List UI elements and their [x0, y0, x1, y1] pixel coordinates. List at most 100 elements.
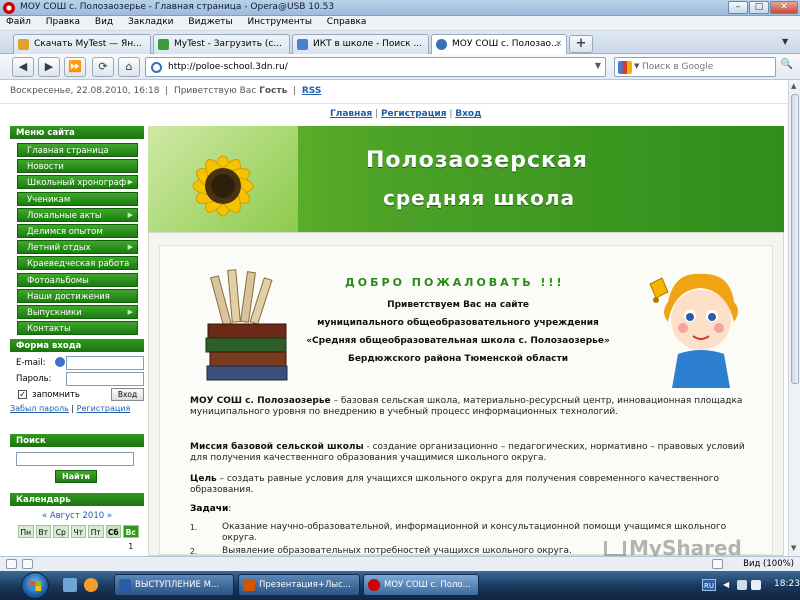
taskbar-item-label: ВЫСТУПЛЕНИЕ М... — [135, 580, 220, 590]
back-button[interactable]: ◀ — [12, 57, 34, 77]
language-indicator[interactable]: RU — [702, 579, 716, 591]
reload-button[interactable]: ⟳ — [92, 57, 114, 77]
site-search-input[interactable] — [16, 452, 134, 467]
volume-icon[interactable] — [751, 580, 761, 590]
menu-item-graduates[interactable]: Выпускники ▶ — [17, 304, 138, 319]
forward-button[interactable]: ▶ — [38, 57, 60, 77]
menu-block-title: Меню сайта — [10, 126, 144, 139]
tab-ikt-search[interactable]: ИКТ в школе - Поиск ... — [292, 34, 429, 54]
zoom-level[interactable]: Вид (100%) — [743, 559, 794, 569]
menu-item-experience[interactable]: Делимся опытом — [17, 223, 138, 238]
top-navigation: Главная | Регистрация | Вход — [330, 109, 482, 119]
menu-bookmarks[interactable]: Закладки — [122, 16, 180, 27]
tab-school-active[interactable]: МОУ СОШ с. Полозао... ✕ — [431, 34, 567, 55]
menu-item-local-history[interactable]: Краеведческая работа — [17, 256, 138, 271]
search-go-icon[interactable]: 🔍 — [779, 59, 795, 75]
unite-icon[interactable] — [22, 559, 33, 569]
menu-item-local-acts[interactable]: Локальные акты ▶ — [17, 207, 138, 222]
nav-login-link[interactable]: Вход — [455, 109, 481, 119]
menu-view[interactable]: Вид — [89, 16, 119, 27]
menu-item-home[interactable]: Главная страница — [17, 143, 138, 157]
menu-tools[interactable]: Инструменты — [242, 16, 318, 27]
start-button[interactable] — [21, 572, 49, 599]
home-button[interactable]: ⌂ — [118, 57, 140, 77]
menu-item-contacts[interactable]: Контакты — [17, 321, 138, 336]
tab-mytest-load[interactable]: MyTest - Загрузить (с... — [153, 34, 290, 54]
calendar-day[interactable]: 1 — [123, 540, 139, 554]
window-controls: – □ ✕ — [728, 1, 798, 14]
minimize-button[interactable]: – — [728, 1, 748, 14]
scroll-up-icon[interactable]: ▲ — [791, 82, 796, 90]
menu-item-news[interactable]: Новости — [17, 159, 138, 174]
taskbar-item-word[interactable]: ВЫСТУПЛЕНИЕ М... — [114, 574, 234, 596]
calendar-grid: Пн Вт Ср Чт Пт Сб Вс 1 2 3 4 5 6 7 — [18, 525, 140, 556]
maximize-button[interactable]: □ — [749, 1, 769, 14]
arrow-right-icon: ▶ — [127, 178, 133, 187]
menu-file[interactable]: Файл — [0, 16, 37, 27]
taskbar-item-label: Презентация+Лыс... — [259, 580, 351, 590]
password-field[interactable] — [66, 372, 144, 387]
menu-item-photos[interactable]: Фотоальбомы — [17, 272, 138, 287]
calendar-day — [35, 540, 51, 554]
address-bar[interactable]: http://poloe-school.3dn.ru/ ▼ — [145, 57, 606, 77]
search-input[interactable] — [642, 60, 772, 74]
menu-edit[interactable]: Правка — [40, 16, 86, 27]
menu-item-summer[interactable]: Летний отдых ▶ — [17, 240, 138, 255]
scroll-down-icon[interactable]: ▼ — [791, 544, 796, 552]
menu-item-students[interactable]: Ученикам — [17, 191, 138, 206]
speed-dial-icon[interactable] — [712, 559, 723, 569]
menu-widgets[interactable]: Виджеты — [182, 16, 238, 27]
chevron-down-icon[interactable]: ▼ — [595, 61, 601, 70]
vertical-scrollbar[interactable]: ▲ ▼ — [788, 80, 800, 556]
window-title: МОУ СОШ с. Полозаозерье - Главная страни… — [20, 2, 335, 12]
calendar-month[interactable]: « Август 2010 » — [14, 511, 140, 521]
register-link[interactable]: Регистрация — [77, 404, 131, 413]
school-name-line2: средняя школа — [383, 186, 576, 210]
menu-label: Делимся опытом — [27, 226, 103, 237]
google-icon[interactable] — [618, 61, 632, 74]
menu-item-chronograph[interactable]: Школьный хронограф ▶ — [17, 175, 138, 190]
panel-toggle-icon[interactable] — [6, 559, 17, 569]
login-button[interactable]: Вход — [111, 388, 144, 402]
search-box: ▼ — [614, 57, 776, 77]
close-button[interactable]: ✕ — [770, 1, 798, 14]
site-search-button[interactable]: Найти — [55, 470, 97, 484]
close-tab-icon[interactable]: ✕ — [555, 39, 562, 48]
books-illustration — [202, 266, 292, 384]
menu-label: Контакты — [27, 324, 71, 335]
globe-icon — [436, 39, 447, 50]
forgot-password-link[interactable]: Забыл пароль — [10, 404, 69, 413]
show-desktop-icon[interactable] — [63, 578, 77, 592]
network-icon[interactable] — [737, 580, 747, 590]
title-bar: МОУ СОШ с. Полозаозерье - Главная страни… — [0, 0, 800, 16]
menu-help[interactable]: Справка — [321, 16, 373, 27]
greeting-line-2: муниципального общеобразовательного учре… — [317, 318, 599, 328]
new-tab-button[interactable]: + — [569, 35, 593, 53]
email-field[interactable] — [66, 356, 144, 371]
taskbar-item-powerpoint[interactable]: Презентация+Лыс... — [238, 574, 360, 596]
browser-quicklaunch-icon[interactable] — [84, 578, 98, 592]
tab-bar: Скачать MyTest — Ян... MyTest - Загрузит… — [0, 31, 800, 55]
tab-list-menu-icon[interactable]: ▼ — [782, 37, 796, 51]
separator: | — [71, 404, 75, 414]
calendar-day — [53, 540, 69, 554]
fast-forward-button[interactable]: ⏩ — [64, 57, 86, 77]
remember-checkbox[interactable]: ✓ — [18, 390, 27, 400]
menu-label: Летний отдых — [27, 243, 91, 254]
rss-link[interactable]: RSS — [302, 86, 322, 96]
scrollbar-thumb[interactable] — [791, 94, 799, 384]
chevron-left-icon[interactable]: ◀ — [723, 580, 733, 590]
tab-mytest-download[interactable]: Скачать MyTest — Ян... — [13, 34, 151, 54]
nav-register-link[interactable]: Регистрация — [381, 109, 447, 119]
greeting-line-4: Бердюжского района Тюменской области — [347, 354, 569, 364]
nav-home-link[interactable]: Главная — [330, 109, 372, 119]
tab-label: МОУ СОШ с. Полозао... — [452, 39, 560, 49]
calendar: « Август 2010 » Пн Вт Ср Чт Пт Сб Вс 1 2… — [10, 506, 144, 556]
calendar-day-header: Пт — [88, 525, 104, 539]
email-label: E-mail: — [16, 358, 46, 369]
menu-item-achievements[interactable]: Наши достижения — [17, 288, 138, 303]
paragraph-bold: Миссия базовой сельской школы — [190, 442, 364, 452]
chevron-down-icon[interactable]: ▼ — [634, 62, 639, 70]
taskbar-item-opera[interactable]: МОУ СОШ с. Поло... — [363, 574, 479, 596]
site-search: Найти — [10, 447, 144, 494]
